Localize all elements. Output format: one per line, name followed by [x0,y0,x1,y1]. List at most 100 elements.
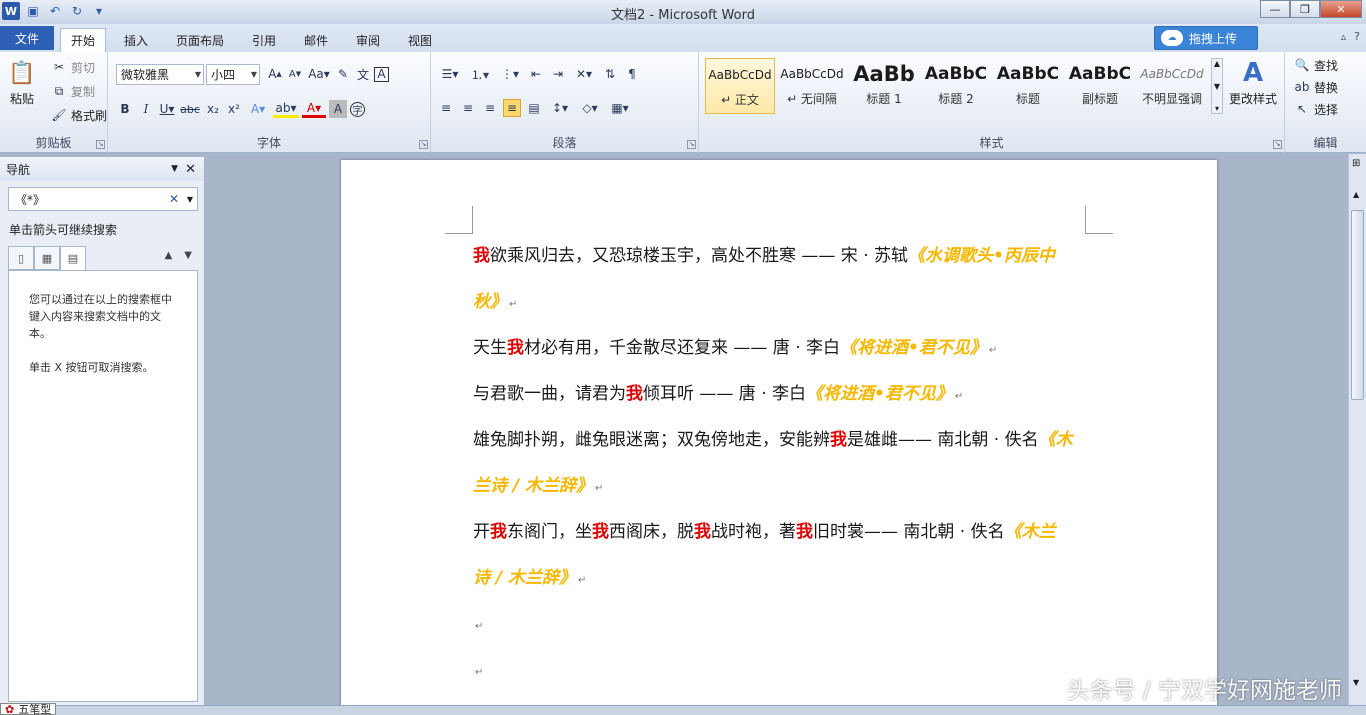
increase-indent-icon[interactable]: ⇥ [549,65,567,83]
highlight-icon[interactable]: ab▾ [273,100,299,118]
change-case-icon[interactable]: Aa▾ [306,65,332,83]
pages-tab-icon[interactable]: ▦ [34,246,60,270]
paragraph-line: 开我东阁门，坐我西阁床，脱我战时袍，著我旧时裳—— 南北朝 · 佚名《木兰 [473,509,1093,555]
document-page[interactable]: 我欲乘风归去，又恐琼楼玉宇，高处不胜寒 —— 宋 · 苏轼《水调歌头•丙辰中 秋… [341,160,1217,715]
change-styles-button[interactable]: A 更改样式 [1229,58,1277,107]
align-center-icon[interactable]: ≡ [459,99,477,117]
align-right-icon[interactable]: ≡ [481,99,499,117]
font-name-value: 微软雅黑 [121,68,170,82]
clipboard-launcher-icon[interactable]: ↘ [96,140,105,149]
format-painter-button[interactable]: 🖌 格式刷 [50,106,107,124]
scroll-down-icon[interactable]: ▼ [1353,678,1359,687]
highlight-word: 我 [796,522,813,542]
minimize-button[interactable]: — [1260,0,1290,18]
superscript-icon[interactable]: x² [225,100,243,118]
chinese-layout-icon[interactable]: ✕▾ [571,65,597,83]
enclose-character-icon[interactable]: 字 [350,101,365,117]
font-size-select[interactable]: 小四 ▼ [206,64,260,85]
tab-mailings[interactable]: 邮件 [294,28,338,52]
paragraph-launcher-icon[interactable]: ↘ [687,140,696,149]
text-effects-icon[interactable]: A▾ [246,100,270,118]
ime-toolbar[interactable]: ✿ 五笔型 [0,703,57,715]
show-marks-icon[interactable]: ¶ [623,65,641,83]
poem-title: 《木兰 [1004,522,1056,542]
next-result-icon[interactable]: ▼ [184,250,192,261]
search-options-icon[interactable]: ▼ [187,195,193,204]
nav-search-input[interactable]: 《*》 ✕ ▼ [8,187,198,211]
font-color-icon[interactable]: A▾ [302,100,326,118]
cut-button[interactable]: ✂ 剪切 [50,58,95,76]
clear-formatting-icon[interactable]: ✎ [334,65,352,83]
styles-scroll[interactable]: ▲ ▼ ▾ [1211,58,1223,114]
shrink-font-icon[interactable]: A ▼ [286,65,304,83]
ruler-toggle-icon[interactable]: ⊞ [1352,158,1360,169]
help-icon[interactable]: ? [1354,30,1360,43]
style-no-spacing[interactable]: AaBbCcDd ↵ 无间隔 [777,58,847,114]
scroll-up-icon[interactable]: ▲ [1353,190,1359,199]
paragraph-line: 诗 / 木兰辞》 ↵ [473,555,1093,601]
multilevel-list-icon[interactable]: ⋮▾ [497,65,523,83]
document-body[interactable]: 我欲乘风归去，又恐琼楼玉宇，高处不胜寒 —— 宋 · 苏轼《水调歌头•丙辰中 秋… [473,233,1093,693]
bullets-icon[interactable]: ☰▾ [437,65,463,83]
style-heading-2[interactable]: AaBbC 标题 2 [921,58,991,114]
document-area: 我欲乘风归去，又恐琼楼玉宇，高处不胜寒 —— 宋 · 苏轼《水调歌头•丙辰中 秋… [206,154,1348,715]
shading-icon[interactable]: ◇▾ [577,99,603,117]
select-button[interactable]: ↖ 选择 [1293,100,1338,118]
style-subtle-emphasis[interactable]: AaBbCcDd 不明显强调 [1137,58,1207,114]
style-title[interactable]: AaBbC 标题 [993,58,1063,114]
character-border-icon[interactable]: A [374,66,389,82]
numbering-icon[interactable]: ⒈▾ [467,65,493,83]
distributed-icon[interactable]: ▤ [525,99,543,117]
strikethrough-icon[interactable]: abc [179,100,201,118]
chevron-up-icon[interactable]: ▲ [1214,59,1220,68]
clear-search-icon[interactable]: ✕ [169,192,179,206]
style-name: ↵ 正文 [721,93,759,107]
vertical-scrollbar[interactable]: ⊞ ▲ ▼ [1348,154,1366,715]
restore-button[interactable]: ❐ [1290,0,1320,18]
replace-label: 替换 [1314,80,1339,95]
phonetic-guide-icon[interactable]: 文 [354,65,372,83]
copy-button[interactable]: ⧉ 复制 [50,82,95,100]
previous-result-icon[interactable]: ▲ [165,250,173,261]
tab-view[interactable]: 视图 [398,28,442,52]
results-tab-icon[interactable]: ▤ [60,246,86,270]
tab-insert[interactable]: 插入 [114,28,158,52]
nav-options-icon[interactable]: ▼ [171,164,178,174]
close-button[interactable]: ✕ [1320,0,1362,18]
grow-font-icon[interactable]: A ▲ [266,65,284,83]
tab-home[interactable]: 开始 [60,28,107,52]
scroll-thumb[interactable] [1351,210,1364,400]
italic-icon[interactable]: I [137,100,155,118]
sort-icon[interactable]: ⇅ [601,65,619,83]
underline-icon[interactable]: U▾ [158,100,176,118]
tab-file[interactable]: 文件 [0,26,54,50]
styles-launcher-icon[interactable]: ↘ [1273,140,1282,149]
tab-layout[interactable]: 页面布局 [166,28,234,52]
select-label: 选择 [1314,102,1339,117]
tab-references[interactable]: 引用 [242,28,286,52]
style-normal[interactable]: AaBbCcDd ↵ 正文 [705,58,775,114]
borders-icon[interactable]: ▦▾ [607,99,633,117]
line-spacing-icon[interactable]: ↕▾ [547,99,573,117]
minimize-ribbon-icon[interactable]: ▵ [1341,30,1347,43]
tab-review[interactable]: 审阅 [346,28,390,52]
nav-close-icon[interactable]: ✕ [185,162,196,177]
style-heading-1[interactable]: AaBb 标题 1 [849,58,919,114]
find-button[interactable]: 🔍 查找 [1293,56,1339,74]
bold-icon[interactable]: B [116,100,134,118]
style-subtitle[interactable]: AaBbC 副标题 [1065,58,1135,114]
chevron-down-icon[interactable]: ▼ [1214,82,1220,91]
font-launcher-icon[interactable]: ↘ [419,140,428,149]
style-sample: AaBbC [1068,64,1132,84]
headings-tab-icon[interactable]: ▯ [8,246,34,270]
font-name-select[interactable]: 微软雅黑 ▼ [116,64,204,85]
subscript-icon[interactable]: x₂ [204,100,222,118]
upload-button[interactable]: ☁ 拖拽上传 [1154,26,1258,50]
more-icon[interactable]: ▾ [1215,104,1219,113]
character-shading-icon[interactable]: A [329,100,347,118]
replace-button[interactable]: ab 替换 [1293,78,1339,96]
decrease-indent-icon[interactable]: ⇤ [527,65,545,83]
align-left-icon[interactable]: ≡ [437,99,455,117]
justify-icon[interactable]: ≡ [503,99,521,117]
paste-button[interactable]: 📋 粘贴 [8,58,36,107]
